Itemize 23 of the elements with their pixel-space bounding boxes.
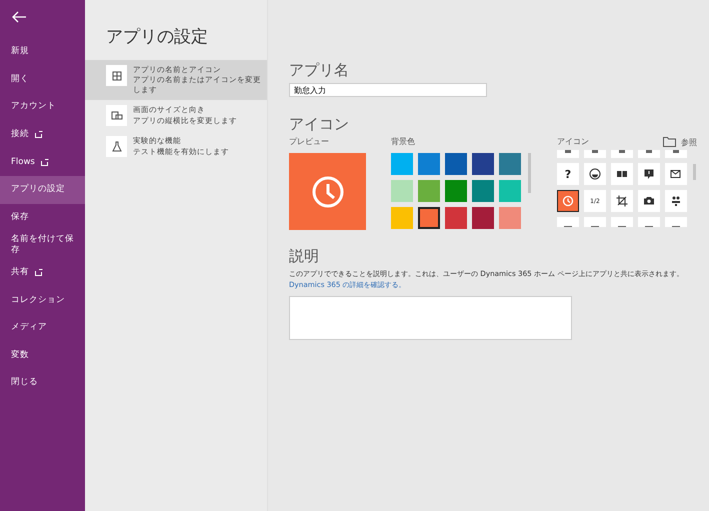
- app-name-field[interactable]: 勤怠入力: [289, 83, 487, 97]
- sidebar-item[interactable]: 開く: [0, 66, 85, 94]
- page-title: アプリの設定: [105, 26, 209, 49]
- sidebar-item[interactable]: アカウント: [0, 93, 85, 121]
- sidebar-item[interactable]: 保存: [0, 204, 85, 232]
- section-heading: アイコン: [289, 115, 349, 134]
- section-heading: 説明: [289, 247, 319, 266]
- sidebar-item[interactable]: 名前を付けて保存: [0, 231, 85, 259]
- sidebar-item[interactable]: コレクション: [0, 286, 85, 314]
- sidebar-item[interactable]: 接続: [0, 120, 85, 148]
- sidebar-item[interactable]: メディア: [0, 314, 85, 342]
- icons-label: アイコン: [557, 136, 589, 148]
- sidebar-item[interactable]: Flows: [0, 148, 85, 176]
- sidebar-item[interactable]: 閉じる: [0, 369, 85, 397]
- section-heading: アプリ名: [289, 61, 349, 80]
- sidebar-item[interactable]: アプリの設定: [0, 176, 85, 204]
- sidebar-item[interactable]: 新規: [0, 38, 85, 66]
- icon-tile[interactable]: ?: [557, 163, 579, 185]
- browse-button[interactable]: 参照: [663, 136, 697, 148]
- sidebar-item[interactable]: 共有: [0, 258, 85, 286]
- preview-label: プレビュー: [289, 136, 330, 148]
- sidebar-item[interactable]: 変数: [0, 342, 85, 370]
- background-color-label: 背景色: [391, 136, 416, 148]
